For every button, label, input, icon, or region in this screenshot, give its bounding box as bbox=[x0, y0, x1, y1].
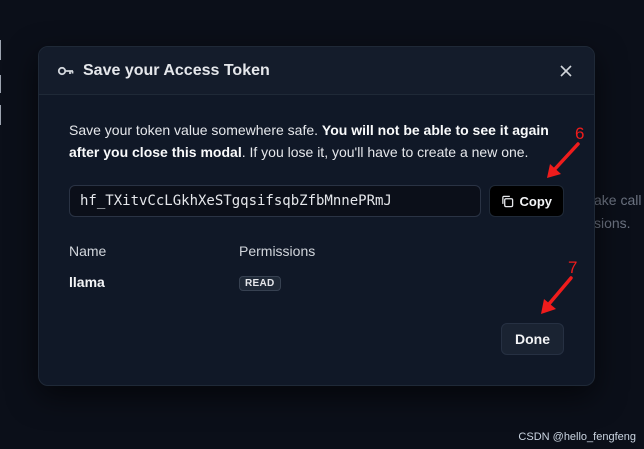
key-icon bbox=[57, 62, 75, 80]
modal-body: Save your token value somewhere safe. Yo… bbox=[39, 95, 594, 291]
token-notice: Save your token value somewhere safe. Yo… bbox=[69, 119, 564, 163]
token-value-field[interactable] bbox=[69, 185, 481, 217]
annotation-arrow-done bbox=[541, 276, 573, 314]
background-text: ake call bbox=[594, 192, 642, 208]
notice-text-end: . If you lose it, you'll have to create … bbox=[241, 144, 529, 160]
table-row: llama READ bbox=[69, 273, 564, 291]
page-edge-line bbox=[0, 40, 1, 60]
notice-text: Save your token value somewhere safe. bbox=[69, 122, 322, 138]
copy-button-label: Copy bbox=[519, 193, 553, 209]
column-header-permissions: Permissions bbox=[239, 243, 316, 259]
column-header-name: Name bbox=[69, 243, 107, 259]
watermark: CSDN @hello_fengfeng bbox=[518, 431, 636, 443]
background-text: sions. bbox=[594, 215, 631, 231]
page-edge-line bbox=[0, 75, 1, 93]
token-name: llama bbox=[69, 274, 105, 290]
permission-badge: READ bbox=[239, 276, 281, 291]
page-edge-line bbox=[0, 105, 1, 125]
annotation-arrow-copy bbox=[547, 142, 580, 178]
access-token-modal: Save your Access Token Save your token v… bbox=[38, 46, 595, 386]
done-button[interactable]: Done bbox=[501, 323, 564, 355]
modal-header: Save your Access Token bbox=[39, 47, 594, 95]
modal-title: Save your Access Token bbox=[83, 61, 270, 79]
copy-icon bbox=[501, 195, 513, 207]
table-header-row: Name Permissions bbox=[69, 243, 564, 259]
close-icon bbox=[560, 64, 572, 77]
token-row: Copy bbox=[69, 185, 564, 217]
token-permissions-table: Name Permissions llama READ bbox=[69, 243, 564, 291]
close-button[interactable] bbox=[556, 61, 576, 81]
